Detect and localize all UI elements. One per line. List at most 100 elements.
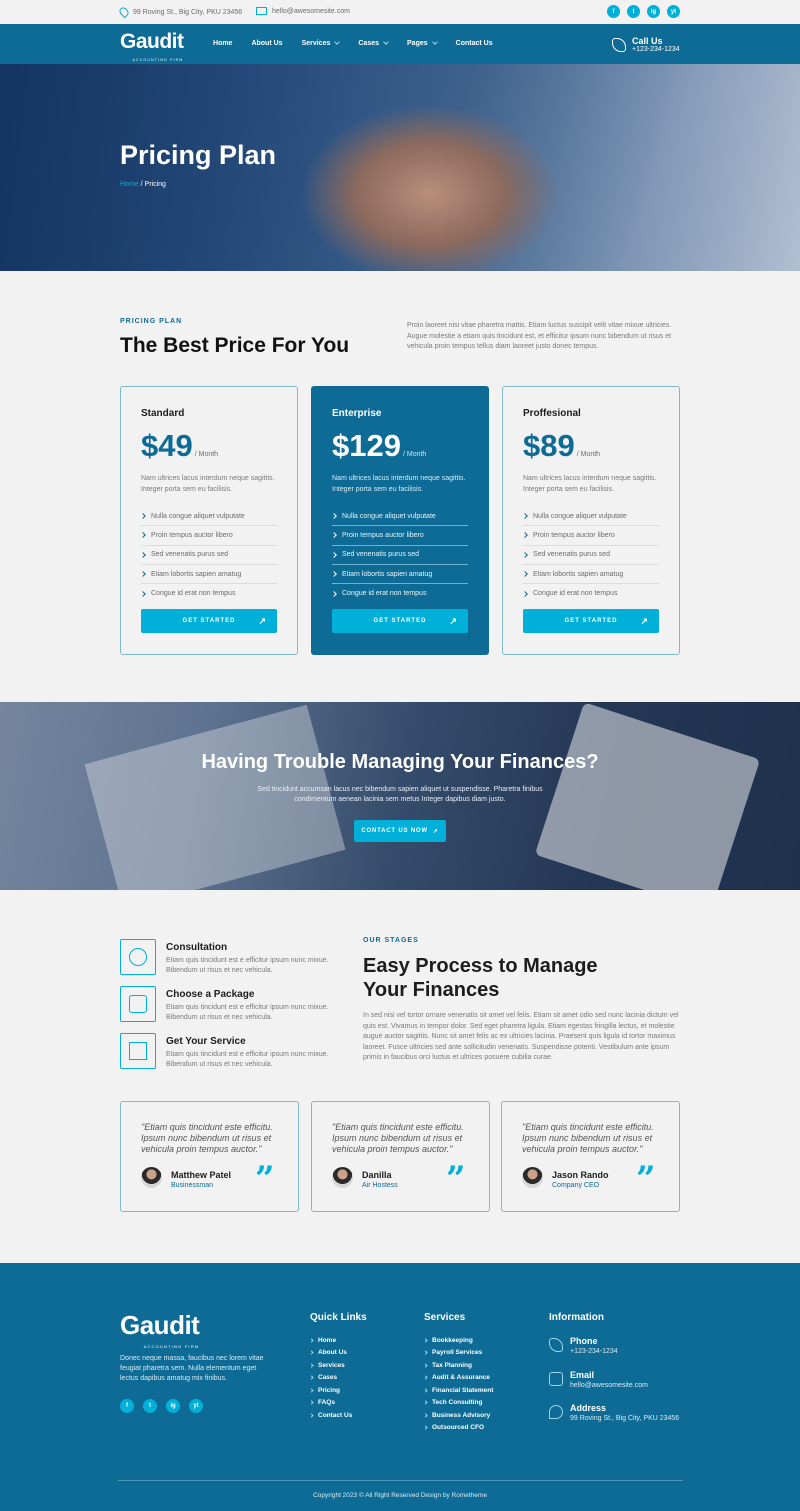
nav-menu: Home About Us Services Cases Pages Conta… — [213, 39, 512, 47]
plan-feature: Sed venenatis purus sed — [522, 546, 659, 565]
instagram-icon[interactable]: ig — [647, 5, 660, 18]
chevron-right-icon — [140, 532, 146, 539]
nav-item-cases[interactable]: Cases — [358, 39, 389, 47]
footer-heading: Information — [549, 1312, 604, 1323]
nav-item-pages[interactable]: Pages — [407, 39, 438, 47]
footer-services: Services Bookkeeping Payroll Services Ta… — [423, 1312, 493, 1435]
chevron-right-icon — [331, 590, 337, 597]
get-started-button[interactable]: GET STARTED ↗ — [523, 609, 659, 633]
plan-price: $89/ Month — [523, 428, 601, 463]
call-us[interactable]: Call Us +123-234-1234 — [612, 36, 680, 53]
main-nav: Gaudit ACCOUNTING FIRM Home About Us Serv… — [0, 24, 800, 64]
get-started-button[interactable]: GET STARTED ↗ — [141, 609, 277, 633]
plan-card-enterprise: Enterprise $129/ Month Nam ultrices lacu… — [311, 386, 489, 655]
chevron-right-icon — [309, 1388, 314, 1393]
plan-features: Nulla congue aliquet vulputate Proin tem… — [140, 507, 277, 603]
chevron-right-icon — [423, 1338, 428, 1343]
testimonial-card: "Etiam quis tincidunt este efficitu. Ips… — [311, 1101, 490, 1212]
top-bar: 99 Roving St., Big City, PKU 23456 hello… — [0, 0, 800, 24]
twitter-icon[interactable]: t — [143, 1399, 157, 1413]
footer-information: Information — [549, 1312, 604, 1334]
youtube-icon[interactable]: yt — [667, 5, 680, 18]
contact-us-now-button[interactable]: CONTACT US NOW ↗ — [354, 820, 446, 842]
step-consultation: Consultation Etiam quis tincidunt est e … — [120, 939, 340, 979]
arrow-up-right-icon: ↗ — [449, 616, 458, 626]
footer-link[interactable]: Outsourced CFO — [423, 1422, 493, 1435]
footer-link[interactable]: Audit & Assurance — [423, 1372, 493, 1385]
testimonial-card: "Etiam quis tincidunt este efficitu. Ips… — [501, 1101, 680, 1212]
nav-item-services[interactable]: Services — [302, 39, 341, 47]
step-text: Etiam quis tincidunt est e efficitur ips… — [166, 1004, 329, 1021]
laptop-image — [534, 702, 761, 890]
footer-logo[interactable]: Gaudit ACCOUNTING FIRM — [120, 1312, 200, 1359]
breadcrumb-current: / Pricing — [138, 181, 166, 188]
stages-label: OUR STAGES — [363, 937, 419, 944]
chevron-right-icon — [140, 551, 146, 558]
chevron-right-icon — [423, 1425, 428, 1430]
plan-features: Nulla congue aliquet vulputate Proin tem… — [522, 507, 659, 603]
step-text: Etiam quis tincidunt est e efficitur ips… — [166, 1051, 329, 1068]
chevron-right-icon — [423, 1413, 428, 1418]
nav-item-contact[interactable]: Contact Us — [456, 40, 493, 47]
testimonial-quote: "Etiam quis tincidunt este efficitu. Ips… — [332, 1122, 464, 1154]
footer-link[interactable]: Bookkeeping — [423, 1334, 493, 1347]
youtube-icon[interactable]: yt — [189, 1399, 203, 1413]
nav-item-home[interactable]: Home — [213, 40, 232, 47]
mail-icon — [256, 7, 267, 15]
stages-description: In sed nisi vel tortor ornare venenatis … — [363, 1012, 679, 1061]
hero-banner: Pricing Plan Home / Pricing — [0, 64, 800, 271]
footer-link[interactable]: Tax Planning — [423, 1359, 493, 1372]
plan-feature: Proin tempus auctor libero — [140, 526, 277, 546]
footer-link[interactable]: Payroll Services — [423, 1347, 493, 1360]
chevron-right-icon — [309, 1400, 314, 1405]
footer-link[interactable]: Financial Statement — [423, 1384, 493, 1397]
footer: Gaudit ACCOUNTING FIRM Donec neque massa,… — [0, 1263, 800, 1511]
footer-link[interactable]: Contact Us — [309, 1409, 367, 1422]
plan-card-professional: Proffesional $89/ Month Nam ultrices lac… — [502, 386, 680, 655]
plan-name: Proffesional — [523, 408, 581, 419]
footer-link[interactable]: Home — [309, 1334, 367, 1347]
footer-link[interactable]: Pricing — [309, 1384, 367, 1397]
plan-feature: Sed venenatis purus sed — [140, 546, 277, 565]
testimonial-quote: "Etiam quis tincidunt este efficitu. Ips… — [522, 1122, 654, 1154]
plan-feature: Congue id erat non tempus — [140, 584, 277, 603]
footer-heading: Quick Links — [310, 1312, 367, 1323]
chevron-right-icon — [309, 1363, 314, 1368]
twitter-icon[interactable]: t — [627, 5, 640, 18]
footer-link[interactable]: Services — [309, 1359, 367, 1372]
chevron-right-icon — [331, 551, 337, 558]
instagram-icon[interactable]: ig — [166, 1399, 180, 1413]
get-started-button[interactable]: GET STARTED ↗ — [332, 609, 468, 633]
footer-link[interactable]: FAQs — [309, 1397, 367, 1410]
chevron-right-icon — [309, 1350, 314, 1355]
cta-title: Having Trouble Managing Your Finances? — [201, 751, 599, 773]
footer-link[interactable]: Tech Consulting — [423, 1397, 493, 1410]
top-email[interactable]: hello@awesomesite.com — [256, 7, 350, 15]
avatar — [141, 1167, 162, 1188]
chevron-right-icon — [331, 571, 337, 577]
document-chart-icon — [120, 986, 156, 1022]
chevron-right-icon — [522, 532, 528, 539]
location-pin-icon — [117, 5, 131, 19]
plan-feature: Etiam lobortis sapien amatug — [140, 565, 277, 585]
chevron-right-icon — [309, 1413, 314, 1418]
plan-feature: Congue id erat non tempus — [522, 584, 659, 603]
facebook-icon[interactable]: f — [607, 5, 620, 18]
plan-feature: Nulla congue aliquet vulputate — [140, 507, 277, 527]
footer-link[interactable]: About Us — [309, 1347, 367, 1360]
footer-quick-links: Quick Links Home About Us Services Cases… — [309, 1312, 367, 1422]
footer-link[interactable]: Business Advisory — [423, 1409, 493, 1422]
quote-mark-icon: ” — [446, 1159, 466, 1199]
plan-name: Standard — [141, 408, 185, 419]
pricing-description: Proin laoreet nisi vitae pharetra mattis… — [407, 322, 672, 350]
facebook-icon[interactable]: f — [120, 1399, 134, 1413]
testimonial-role: Businessman — [171, 1182, 214, 1189]
arrow-up-right-icon: ↗ — [258, 616, 267, 626]
footer-description: Donec neque massa, faucibus nec lorem vi… — [120, 1355, 264, 1382]
plan-description: Nam ultrices lacus interdum neque sagitt… — [523, 475, 657, 493]
chevron-right-icon — [331, 513, 337, 519]
breadcrumb-home[interactable]: Home — [120, 181, 139, 188]
cta-text: Sed tincidunt accumsan lacus nec bibendu… — [257, 786, 543, 803]
footer-link[interactable]: Cases — [309, 1372, 367, 1385]
nav-item-about[interactable]: About Us — [251, 40, 282, 47]
